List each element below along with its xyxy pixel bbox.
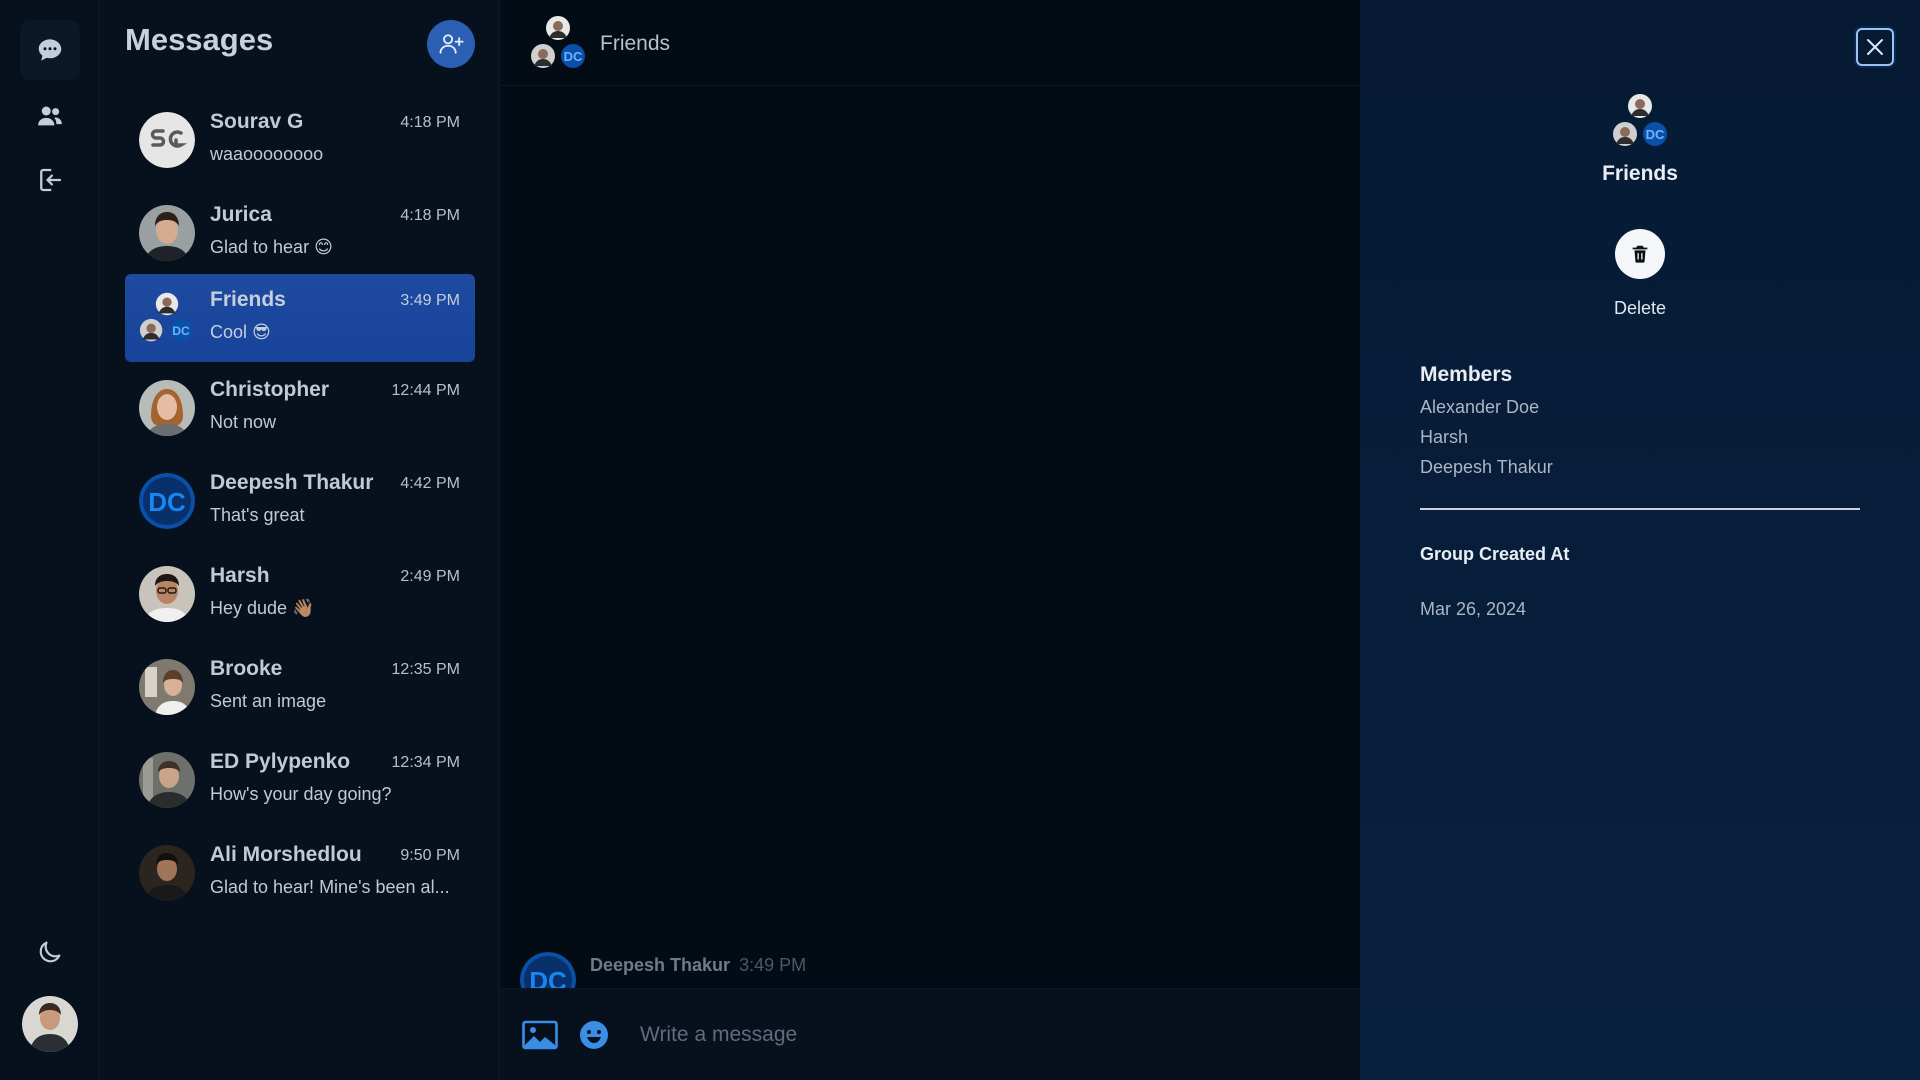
conversation-preview: Glad to hear 😊: [210, 237, 333, 257]
conversation-item[interactable]: ED Pylypenko 12:34 PM How's your day goi…: [125, 736, 475, 824]
avatar: [139, 659, 195, 715]
divider: [1420, 508, 1860, 510]
conversation-item[interactable]: Jurica 4:18 PM Glad to hear 😊: [125, 189, 475, 277]
member-name: Harsh: [1420, 427, 1469, 447]
conversation-time: 3:49 PM: [400, 292, 460, 309]
rail-chats-button[interactable]: [20, 20, 80, 80]
theme-toggle-button[interactable]: [20, 922, 80, 982]
delete-group-button[interactable]: [1615, 229, 1665, 279]
conversation-item[interactable]: Ali Morshedlou 9:50 PM Glad to hear! Min…: [125, 829, 475, 917]
current-user-avatar[interactable]: [22, 996, 78, 1052]
conversation-time: 4:18 PM: [400, 114, 460, 131]
messages-title: Messages: [125, 22, 274, 57]
message-time: 3:49 PM: [739, 955, 807, 975]
conversation-preview: Hey dude 👋🏽: [210, 598, 315, 618]
attach-image-button[interactable]: [522, 1019, 558, 1051]
avatar: [139, 112, 195, 168]
image-icon: [522, 1020, 558, 1050]
conversation-name: Friends: [210, 288, 286, 311]
conversation-name: Harsh: [210, 564, 270, 587]
emoji-button[interactable]: [578, 1019, 610, 1051]
conversation-time: 2:49 PM: [400, 568, 460, 585]
avatar: [139, 845, 195, 901]
app-rail: [0, 0, 100, 1080]
chat-bubble-icon: [38, 39, 62, 61]
group-details-panel: DC Friends Delete Members Alexander Doe …: [1360, 0, 1920, 1080]
trash-icon: [1632, 245, 1648, 263]
conversation-time: 12:35 PM: [391, 661, 460, 678]
logout-icon: [40, 168, 62, 192]
members-heading: Members: [1420, 363, 1513, 386]
message-input[interactable]: [640, 1009, 1340, 1061]
new-group-button[interactable]: [427, 20, 475, 68]
conversation-time: 4:18 PM: [400, 207, 460, 224]
conversation-preview: Cool 😎: [210, 322, 271, 342]
chat-title: Friends: [600, 32, 671, 55]
message-sender: Deepesh Thakur: [590, 955, 731, 975]
conversation-name: Jurica: [210, 203, 272, 226]
emoji-icon: [580, 1021, 608, 1049]
close-panel-button[interactable]: [1856, 28, 1894, 66]
conversation-name: Ali Morshedlou: [210, 843, 362, 866]
moon-icon: [39, 941, 61, 963]
conversation-item[interactable]: DC Deepesh Thakur 4:42 PM That's great: [125, 457, 475, 545]
chat-area: DC Friends DC Deepesh Thakur 3:49 PM: [500, 0, 1360, 1080]
add-user-icon: [439, 34, 464, 54]
conversation-preview: Sent an image: [210, 691, 327, 711]
avatar: [139, 566, 195, 622]
conversation-list-panel: Messages Sourav G 4:18 PM waaoooooooo Ju…: [100, 0, 500, 1080]
group-avatar: DC: [528, 14, 588, 72]
member-name: Alexander Doe: [1420, 397, 1540, 417]
conversation-preview: waaoooooooo: [210, 144, 324, 164]
avatar: [139, 380, 195, 436]
conversation-name: ED Pylypenko: [210, 750, 351, 773]
group-avatar: DC: [1610, 92, 1670, 150]
conversation-time: 9:50 PM: [400, 847, 460, 864]
avatar: DC: [139, 473, 195, 529]
conversation-name: Brooke: [210, 657, 283, 680]
conversation-time: 4:42 PM: [400, 475, 460, 492]
close-icon: [1867, 39, 1883, 55]
conversation-preview: Not now: [210, 412, 277, 432]
avatar: [139, 205, 195, 261]
chat-header[interactable]: DC Friends: [500, 0, 1360, 86]
conversation-name: Deepesh Thakur: [210, 471, 374, 494]
conversation-item-active[interactable]: DC Friends 3:49 PM Cool 😎: [125, 274, 475, 362]
created-at-heading: Group Created At: [1420, 544, 1570, 564]
conversation-name: Christopher: [210, 378, 330, 401]
svg-text:DC: DC: [1646, 127, 1665, 142]
avatar: [139, 752, 195, 808]
conversation-item[interactable]: Christopher 12:44 PM Not now: [125, 364, 475, 452]
conversation-item[interactable]: Sourav G 4:18 PM waaoooooooo: [125, 96, 475, 184]
svg-text:DC: DC: [148, 487, 186, 517]
group-avatar: DC: [139, 290, 195, 346]
conversation-item[interactable]: Harsh 2:49 PM Hey dude 👋🏽: [125, 550, 475, 638]
message-meta: Deepesh Thakur 3:49 PM: [590, 955, 806, 976]
message-composer: [500, 988, 1360, 1080]
users-icon: [38, 106, 62, 126]
conversation-time: 12:44 PM: [391, 382, 460, 399]
svg-text:DC: DC: [172, 324, 190, 338]
delete-label: Delete: [1613, 298, 1667, 318]
conversation-name: Sourav G: [210, 110, 304, 133]
rail-logout-button[interactable]: [20, 150, 80, 210]
conversation-preview: Glad to hear! Mine's been al...: [210, 877, 450, 897]
conversation-time: 12:34 PM: [391, 754, 460, 771]
created-at-value: Mar 26, 2024: [1420, 599, 1527, 619]
svg-text:DC: DC: [564, 49, 583, 64]
conversation-preview: How's your day going?: [210, 784, 392, 804]
rail-users-button[interactable]: [20, 86, 80, 146]
group-name: Friends: [1602, 162, 1678, 185]
member-name: Deepesh Thakur: [1420, 457, 1553, 477]
conversation-preview: That's great: [210, 505, 305, 525]
conversation-item[interactable]: Brooke 12:35 PM Sent an image: [125, 643, 475, 731]
